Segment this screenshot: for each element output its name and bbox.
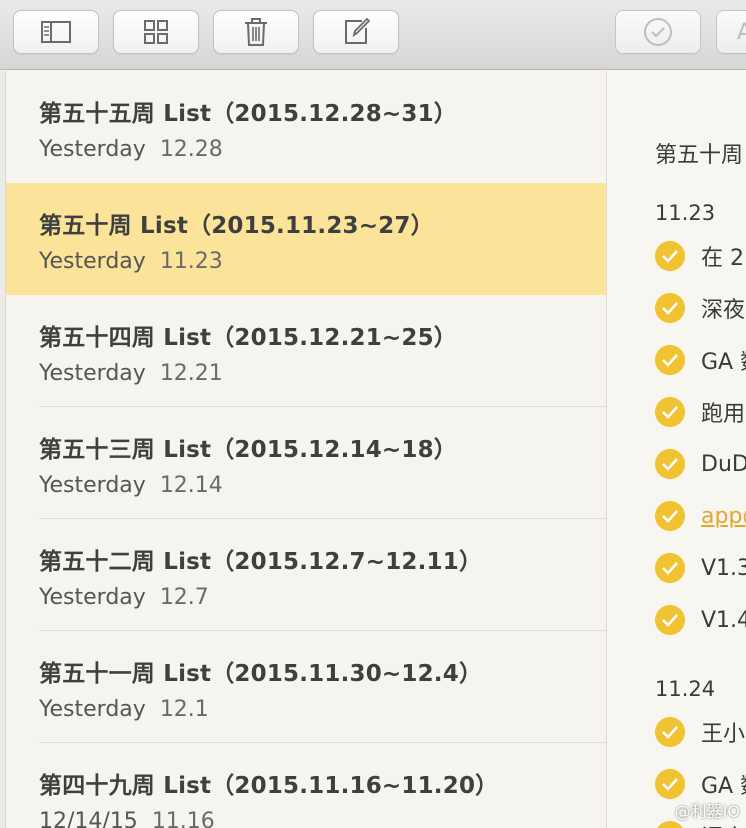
checkmark-icon[interactable] [655,397,685,427]
note-meta: Yesterday 11.23 [39,249,606,274]
note-meta: Yesterday 12.28 [39,137,606,162]
checklist-item[interactable]: 跑用 [655,392,745,432]
note-title: 第五十周 List（2015.11.23~27） [39,213,434,239]
note-list-item[interactable]: 第五十五周 List（2015.12.28~31） Yesterday 12.28 [6,71,606,183]
note-preview: 12.21 [159,361,223,386]
checklist-icon [643,17,673,47]
note-date: Yesterday [39,697,146,722]
note-date: Yesterday [39,361,146,386]
checklist-item[interactable]: DuD [655,444,746,484]
watermark: @利器IO [674,802,740,821]
format-button[interactable]: A [716,10,746,54]
note-preview: 11.16 [151,809,215,828]
checklist-item[interactable]: 王小 [655,712,745,752]
note-list-item[interactable]: 第五十一周 List（2015.11.30~12.4） Yesterday 12.… [6,631,606,743]
note-heading: 第五十周 [655,143,744,168]
checklist-item-text: 在 2 [701,246,744,271]
checklist-item[interactable]: 深夜 [655,288,745,328]
checklist-item-text: GA 数 [701,774,746,799]
note-editor[interactable]: 第五十周 11.23 在 2 深夜 GA 数 跑用 DuD app@ V1.3 … [607,71,746,828]
note-title: 第五十五周 List（2015.12.28~31） [39,101,458,127]
checkmark-icon[interactable] [655,769,685,799]
note-date: Yesterday [39,137,146,162]
delete-note-button[interactable] [213,10,299,54]
notes-list: 第五十五周 List（2015.12.28~31） Yesterday 12.28… [6,71,606,828]
checkmark-icon[interactable] [655,553,685,583]
checkmark-icon[interactable] [655,501,685,531]
section-date: 11.24 [655,677,716,701]
checklist-item-text: 王小 [701,722,746,747]
attachments-browser-button[interactable] [113,10,199,54]
section-date: 11.23 [655,201,716,225]
note-date: Yesterday [39,585,146,610]
checklist-item[interactable]: app@ [655,496,746,536]
note-preview: 12.28 [159,137,223,162]
checkmark-icon[interactable] [655,345,685,375]
note-date: 12/14/15 [39,809,138,828]
note-title: 第五十三周 List（2015.12.14~18） [39,437,458,463]
checklist-item[interactable]: GA 数 [655,340,746,380]
note-list-item-selected[interactable]: 第五十周 List（2015.11.23~27） Yesterday 11.23 [6,183,606,295]
checklist-item[interactable]: 在 2 [655,236,744,276]
checklist-item-link[interactable]: app@ [701,504,746,529]
checklist-item-text: 跑用 [701,402,746,427]
note-date: Yesterday [39,249,146,274]
format-label: A [737,19,746,45]
note-date: Yesterday [39,473,146,498]
note-preview: 12.7 [159,585,209,610]
note-title: 第五十四周 List（2015.12.21~25） [39,325,458,351]
note-list-item[interactable]: 第四十九周 List（2015.11.16~11.20） 12/14/15 11.… [6,743,606,828]
note-meta: Yesterday 12.14 [39,473,606,498]
note-title: 第四十九周 List（2015.11.16~11.20） [39,773,499,799]
sidebar-toggle-icon [41,21,71,43]
note-meta: Yesterday 12.1 [39,697,606,722]
checklist-item-text: V1.3 [701,555,746,581]
note-list-item[interactable]: 第五十三周 List（2015.12.14~18） Yesterday 12.14 [6,407,606,519]
new-note-button[interactable] [313,10,399,54]
checklist-item-text: DuD [701,451,746,477]
note-list-item[interactable]: 第五十二周 List（2015.12.7~12.11） Yesterday 12.… [6,519,606,631]
checkmark-icon[interactable] [655,717,685,747]
checkmark-icon[interactable] [655,605,685,635]
checkmark-icon[interactable] [655,241,685,271]
note-title: 第五十一周 List（2015.11.30~12.4） [39,661,483,687]
trash-icon [244,18,268,46]
checkmark-icon[interactable] [655,293,685,323]
grid-icon [144,20,168,44]
checklist-item-text: 深夜 [701,298,746,323]
checklist-item[interactable]: V1.4 [655,600,746,640]
checkmark-icon[interactable] [655,449,685,479]
checklist-item-text: GA 数 [701,350,746,375]
compose-icon [342,18,370,46]
toggle-sidebar-button[interactable] [13,10,99,54]
toolbar: A [0,0,746,70]
note-meta: 12/14/15 11.16 [39,809,606,828]
note-meta: Yesterday 12.21 [39,361,606,386]
note-preview: 11.23 [159,249,223,274]
checkmark-icon[interactable] [655,821,685,828]
note-title: 第五十二周 List（2015.12.7~12.11） [39,549,483,575]
note-meta: Yesterday 12.7 [39,585,606,610]
note-preview: 12.14 [159,473,223,498]
note-list-item[interactable]: 第五十四周 List（2015.12.21~25） Yesterday 12.21 [6,295,606,407]
checklist-item-text: V1.4 [701,607,746,633]
checklist-button[interactable] [615,10,701,54]
note-preview: 12.1 [159,697,209,722]
checklist-item[interactable]: V1.3 [655,548,746,588]
